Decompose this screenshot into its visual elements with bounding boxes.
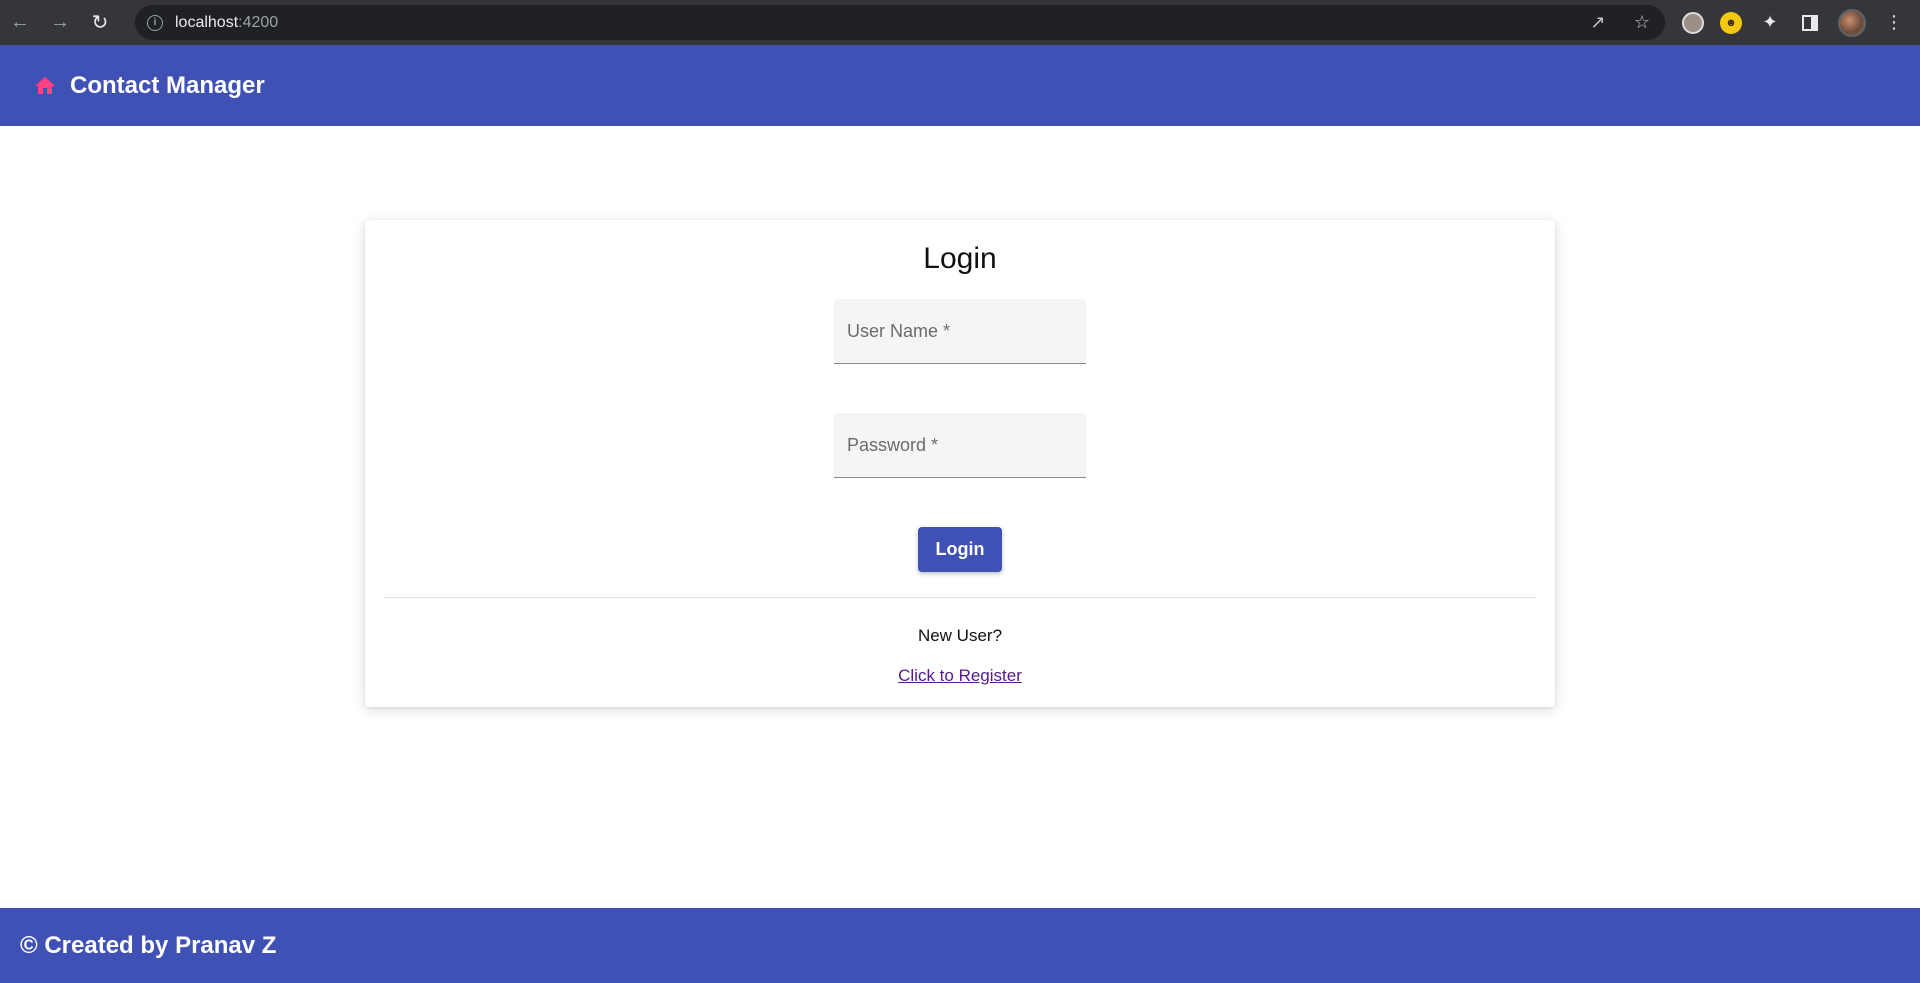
- new-user-text: New User?: [917, 626, 1003, 645]
- username-input[interactable]: [834, 299, 1086, 363]
- back-icon[interactable]: ←: [0, 0, 40, 45]
- app-toolbar: Contact Manager: [0, 45, 1920, 126]
- url-port: :4200: [238, 13, 279, 31]
- login-card: Login Login New User? Click to Register: [365, 220, 1555, 707]
- menu-dots-icon[interactable]: ⋮: [1882, 11, 1906, 35]
- extensions-puzzle-icon[interactable]: ✦: [1758, 11, 1782, 35]
- login-title: Login: [923, 242, 997, 275]
- register-link[interactable]: Click to Register: [898, 666, 1022, 685]
- password-field[interactable]: [834, 413, 1086, 478]
- browser-toolbar: ← → ↻ i localhost:4200 ↗ ☆ ☻ ✦ ⋮: [0, 0, 1920, 45]
- username-field[interactable]: [834, 299, 1086, 364]
- star-icon[interactable]: ☆: [1631, 12, 1653, 33]
- site-info-icon[interactable]: i: [147, 14, 163, 31]
- footer-text: © Created by Pranav Z: [20, 931, 277, 959]
- extension-glasses-icon[interactable]: [1682, 11, 1704, 34]
- forward-icon[interactable]: →: [40, 0, 80, 45]
- app-title: Contact Manager: [70, 71, 265, 99]
- extension-face-icon[interactable]: ☻: [1720, 11, 1742, 34]
- profile-avatar[interactable]: [1838, 8, 1866, 37]
- extensions-area: ☻ ✦ ⋮: [1682, 0, 1920, 45]
- password-input[interactable]: [834, 413, 1086, 477]
- home-icon[interactable]: [32, 73, 58, 99]
- url-host: localhost: [175, 13, 239, 31]
- footer: © Created by Pranav Z: [0, 908, 1920, 983]
- divider: [384, 597, 1536, 598]
- register-link-container: Click to Register: [365, 666, 1555, 686]
- login-button[interactable]: Login: [918, 527, 1002, 572]
- reload-icon[interactable]: ↻: [80, 0, 120, 45]
- side-panel-icon[interactable]: [1798, 11, 1822, 35]
- address-bar[interactable]: i localhost:4200 ↗ ☆: [135, 5, 1665, 40]
- share-icon[interactable]: ↗: [1587, 12, 1609, 33]
